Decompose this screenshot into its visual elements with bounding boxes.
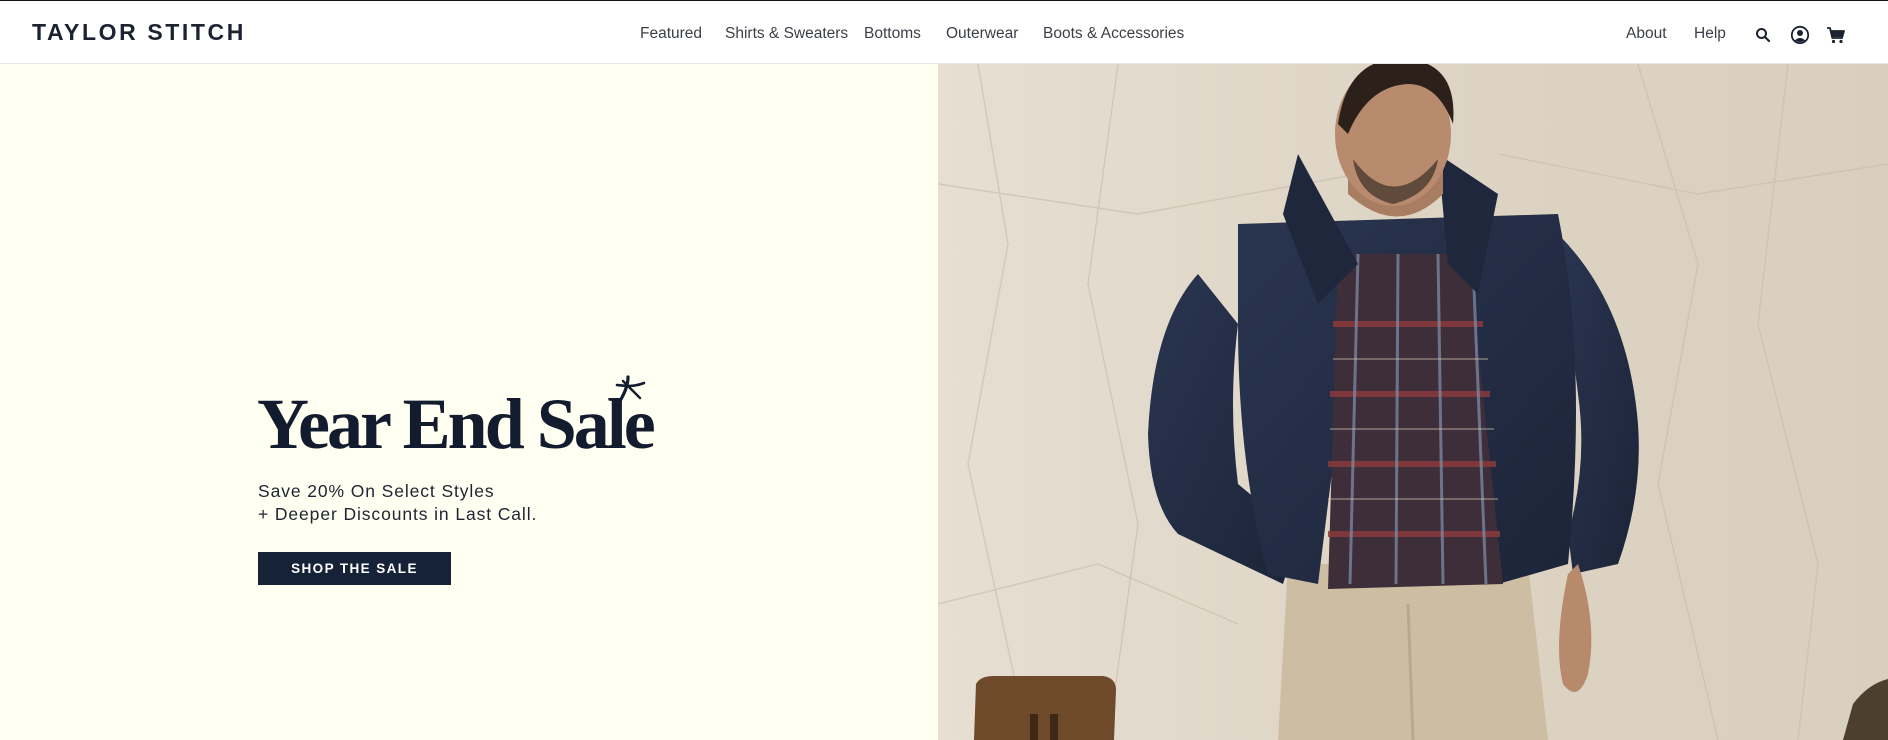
nav-item-help[interactable]: Help bbox=[1694, 25, 1726, 43]
nav-item-outerwear[interactable]: Outerwear bbox=[946, 25, 1018, 43]
hero-title: Year End Sale bbox=[257, 384, 656, 464]
account-icon[interactable] bbox=[1790, 25, 1810, 45]
shop-the-sale-button[interactable]: SHOP THE SALE bbox=[258, 552, 451, 585]
search-icon[interactable] bbox=[1755, 27, 1775, 47]
hero-subtitle: Save 20% On Select Styles + Deeper Disco… bbox=[258, 480, 537, 526]
brand-logo[interactable]: TAYLOR STITCH bbox=[32, 19, 246, 46]
nav-item-about[interactable]: About bbox=[1626, 25, 1667, 43]
hero-subtitle-line-1: Save 20% On Select Styles bbox=[258, 481, 495, 501]
cart-icon[interactable] bbox=[1826, 25, 1846, 45]
nav-item-featured[interactable]: Featured bbox=[640, 25, 702, 43]
nav-item-bottoms[interactable]: Bottoms bbox=[864, 25, 921, 43]
sparkle-icon bbox=[614, 374, 646, 413]
nav-item-boots-accessories[interactable]: Boots & Accessories bbox=[1043, 25, 1184, 43]
site-header: TAYLOR STITCH Featured Shirts & Sweaters… bbox=[0, 1, 1888, 64]
nav-item-shirts-sweaters[interactable]: Shirts & Sweaters bbox=[725, 25, 848, 43]
hero-image[interactable] bbox=[938, 64, 1888, 740]
hero-subtitle-line-2: + Deeper Discounts in Last Call. bbox=[258, 504, 538, 524]
